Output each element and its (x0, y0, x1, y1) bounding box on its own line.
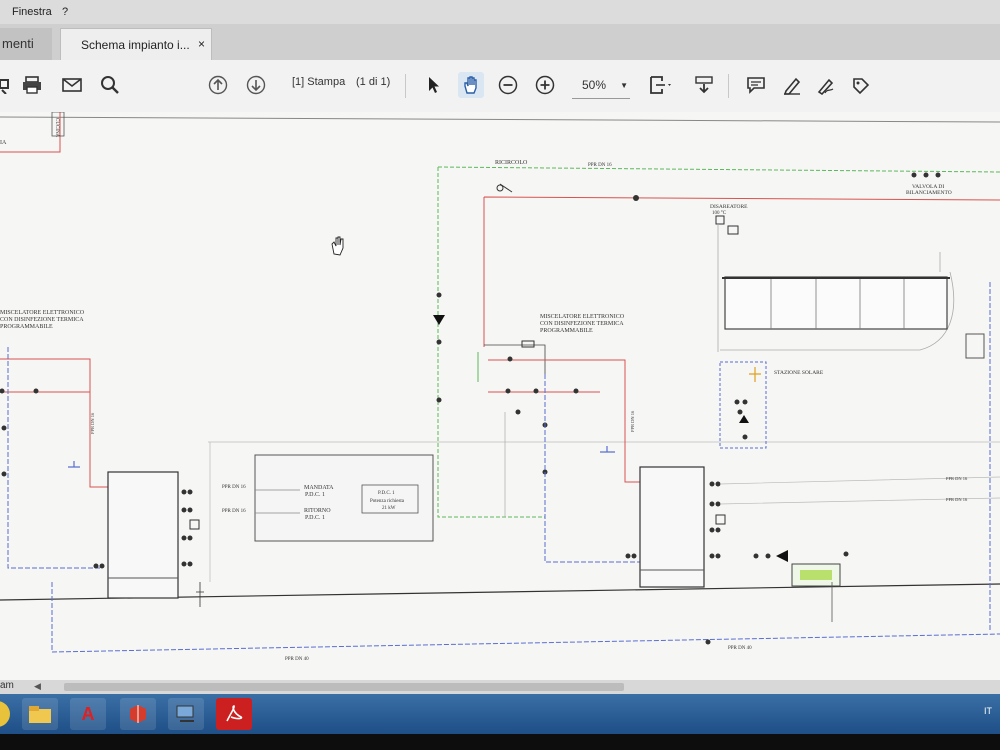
pdc-box-power: Potenza richiesta (370, 499, 405, 504)
comment-icon[interactable] (744, 72, 768, 98)
ppr-bottom-2: PPR DN 40 (728, 646, 752, 651)
disareatore-label: DISAREATORE (710, 204, 748, 210)
file-explorer-icon[interactable] (22, 698, 58, 730)
page-indicator[interactable]: [1] Stampa (292, 76, 345, 88)
save-icon[interactable] (0, 72, 16, 98)
solar-station-label: STAZIONE SOLARE (774, 370, 824, 376)
menu-item-help[interactable]: ? (62, 6, 68, 18)
ritorno-pdc-label: P.D.C. 1 (305, 515, 325, 521)
page-up-icon[interactable] (206, 72, 230, 98)
email-icon[interactable] (60, 72, 84, 98)
room-label: IA (0, 140, 7, 146)
mixer-left-1: MISCELATORE ELETTRONICO (0, 310, 85, 316)
keyboard-scroll-icon[interactable] (692, 72, 716, 98)
ppr-vertical-left: PPR DN 16 (90, 412, 95, 434)
ppr-vertical-mid: PPR DN 16 (630, 410, 635, 432)
pdc-box-title: P.D.C. 1 (378, 491, 395, 496)
tab-document[interactable]: Schema impianto i... × (60, 28, 212, 60)
ppr-bottom-1: PPR DN 40 (285, 657, 309, 662)
hand-tool-icon[interactable] (458, 72, 484, 98)
highlight-pen-icon[interactable] (780, 72, 804, 98)
sign-icon[interactable] (814, 72, 838, 98)
network-icon[interactable] (168, 698, 204, 730)
page-down-icon[interactable] (244, 72, 268, 98)
zoom-select[interactable]: 50% ▼ (572, 72, 630, 99)
cucina-label: CUCINA (54, 118, 59, 138)
scroll-left-icon[interactable]: ◀ (34, 681, 41, 692)
mixer-left-2: CON DISINFEZIONE TERMICA (0, 317, 84, 323)
print-icon[interactable] (20, 72, 44, 98)
tab-home[interactable]: menti (0, 28, 52, 60)
page-count: (1 di 1) (356, 76, 391, 88)
sketchup-icon[interactable] (120, 698, 156, 730)
mandata-pdc-label: P.D.C. 1 (305, 492, 325, 498)
scrollbar-thumb[interactable] (64, 683, 624, 691)
stamp-icon[interactable] (848, 72, 872, 98)
toolbar: [1] Stampa (1 di 1) 50% ▼ (0, 60, 1000, 113)
ritorno-label: RITORNO (304, 508, 331, 514)
zoom-value: 50% (582, 78, 607, 92)
zoom-in-icon[interactable] (533, 72, 557, 98)
ppr-right-1: PPR DN 16 (946, 476, 968, 481)
toolbar-divider (405, 74, 406, 98)
menu-bar: Finestra ? (0, 0, 1000, 24)
tray-lang: IT (984, 706, 992, 716)
valvola-label-2: BILANCIAMENTO (906, 190, 952, 196)
mixer-mid-2: CON DISINFEZIONE TERMICA (540, 321, 624, 327)
autocad-icon[interactable]: A (70, 698, 106, 730)
horizontal-scrollbar[interactable]: am ◀ (0, 680, 1000, 694)
mixer-mid-3: PROGRAMMABILE (540, 328, 593, 334)
ppr-right-2: PPR DN 16 (946, 497, 968, 502)
acrobat-icon[interactable] (216, 698, 252, 730)
start-orb-icon[interactable] (0, 701, 10, 727)
fit-page-icon[interactable] (646, 72, 676, 98)
document-canvas[interactable]: CUCINA IA RICIRCOLO PPR DN 16 VALVOLA DI… (0, 112, 1000, 680)
search-icon[interactable] (98, 72, 122, 98)
ppr-pdc-supply: PPR DN 16 (222, 485, 246, 490)
mandata-label: MANDATA (304, 485, 334, 491)
close-icon[interactable]: × (198, 37, 205, 51)
tab-document-label: Schema impianto i... (81, 38, 190, 52)
ppr-label-top: PPR DN 16 (588, 163, 612, 168)
menu-item-finestra[interactable]: Finestra (12, 6, 52, 18)
mixer-left-3: PROGRAMMABILE (0, 324, 53, 330)
tab-bar: menti Schema impianto i... × (0, 24, 1000, 61)
select-cursor-icon[interactable] (424, 72, 444, 98)
ricircolo-label: RICIRCOLO (495, 160, 528, 166)
ppr-pdc-return: PPR DN 16 (222, 509, 246, 514)
taskbar: A IT (0, 694, 1000, 734)
zoom-out-icon[interactable] (496, 72, 520, 98)
mixer-mid-1: MISCELATORE ELETTRONICO (540, 314, 625, 320)
screen-bezel (0, 734, 1000, 750)
toolbar-divider (728, 74, 729, 98)
chevron-down-icon: ▼ (620, 80, 628, 90)
plumbing-schematic: CUCINA IA RICIRCOLO PPR DN 16 VALVOLA DI… (0, 112, 1000, 662)
temp-label: 100 °C (712, 211, 727, 216)
pdc-box-kw: 21 kW (382, 506, 396, 511)
status-zoom-text: am (0, 680, 14, 691)
